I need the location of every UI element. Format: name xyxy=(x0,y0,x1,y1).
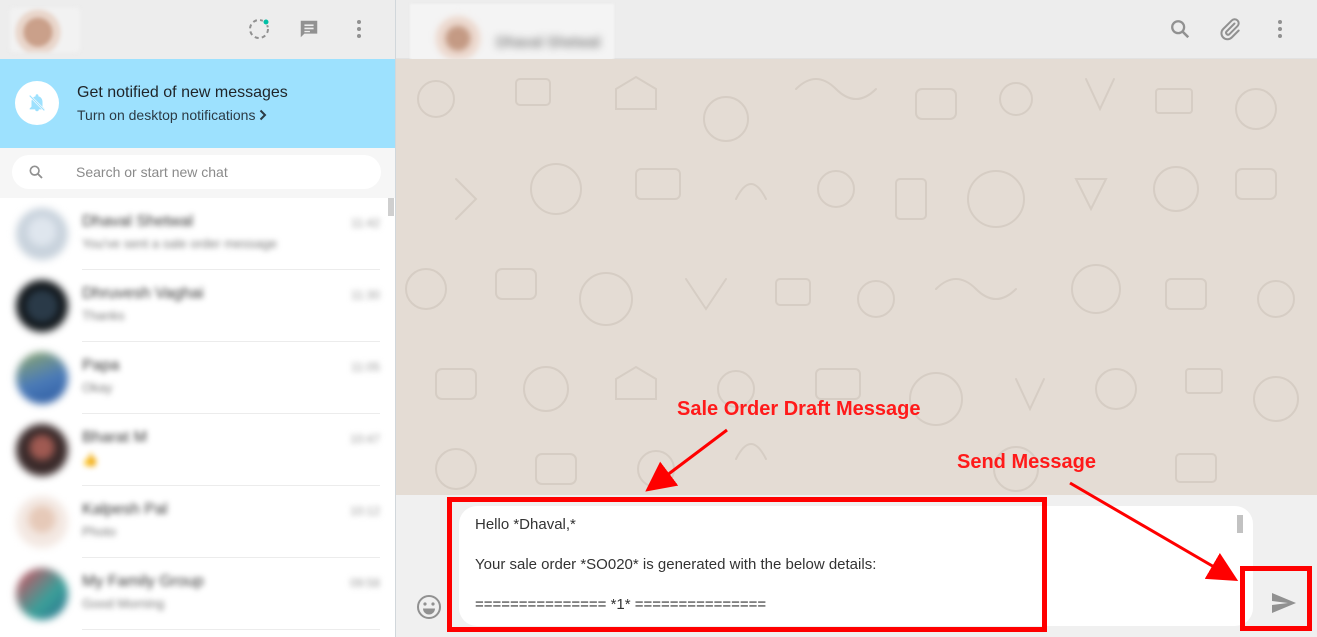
chat-time: 10:47 xyxy=(349,432,380,446)
new-chat-icon[interactable] xyxy=(297,17,321,41)
draft-annotation-label: Sale Order Draft Message xyxy=(677,398,921,420)
status-icon[interactable] xyxy=(247,17,271,41)
notification-subtitle: Turn on desktop notifications xyxy=(77,107,256,123)
contact-info[interactable]: Dhaval Shetwal xyxy=(410,4,614,60)
chat-list-scrollbar[interactable] xyxy=(388,198,394,216)
chat-item[interactable]: Dhaval Shetwal You've sent a sale order … xyxy=(0,198,388,270)
chat-item[interactable]: Bharat M 👍 10:47 xyxy=(0,414,388,486)
message-scrollbar[interactable] xyxy=(1237,515,1243,533)
chat-avatar xyxy=(16,280,68,332)
chat-item[interactable]: Papa Okay 11:05 xyxy=(0,342,388,414)
draft-highlight-box xyxy=(447,497,1047,632)
chat-item[interactable]: Kalpesh Pal Photo 10:12 xyxy=(0,486,388,558)
chat-preview: 👍 xyxy=(82,452,99,467)
sidebar-header xyxy=(0,0,395,59)
send-highlight-box xyxy=(1240,566,1312,631)
chat-preview: Okay xyxy=(82,380,113,395)
bell-off-icon xyxy=(15,81,59,125)
chat-name: Bharat M xyxy=(82,429,147,446)
chat-time: 10:12 xyxy=(349,504,380,518)
contact-avatar xyxy=(432,12,484,60)
chat-name: Dhruvesh Vaghai xyxy=(82,285,204,302)
chat-time: 09:58 xyxy=(349,576,380,590)
search-bar xyxy=(0,148,395,198)
chat-avatar xyxy=(16,568,68,620)
chat-avatar xyxy=(16,424,68,476)
chat-name: Dhaval Shetwal xyxy=(82,213,194,230)
chevron-right-icon xyxy=(260,109,267,121)
sidebar: Get notified of new messages Turn on des… xyxy=(0,0,396,637)
menu-icon[interactable] xyxy=(1268,17,1292,41)
chat-list: Dhaval Shetwal You've sent a sale order … xyxy=(0,198,395,637)
contact-name: Dhaval Shetwal xyxy=(496,34,601,51)
chat-preview: You've sent a sale order message xyxy=(82,236,277,251)
search-icon[interactable] xyxy=(1168,17,1192,41)
notification-banner[interactable]: Get notified of new messages Turn on des… xyxy=(0,59,395,148)
chat-time: 11:42 xyxy=(350,216,380,230)
chat-background xyxy=(396,59,1317,495)
chat-preview: Thanks xyxy=(82,308,125,323)
attach-icon[interactable] xyxy=(1218,17,1242,41)
search-input[interactable] xyxy=(76,155,366,189)
chat-item[interactable]: My Family Group Good Morning 09:58 xyxy=(0,558,388,630)
chat-avatar xyxy=(16,496,68,548)
wallpaper-doodles xyxy=(405,75,1299,492)
menu-icon[interactable] xyxy=(347,17,371,41)
chat-name: My Family Group xyxy=(82,573,204,590)
search-box[interactable] xyxy=(12,155,381,189)
search-icon xyxy=(29,165,43,179)
divider xyxy=(82,629,380,630)
chat-preview: Good Morning xyxy=(82,596,165,611)
chat-preview: Photo xyxy=(82,524,116,539)
chat-time: 11:30 xyxy=(350,288,380,302)
chat-item[interactable]: Dhruvesh Vaghai Thanks 11:30 xyxy=(0,270,388,342)
send-annotation-label: Send Message xyxy=(957,451,1096,473)
notification-title: Get notified of new messages xyxy=(77,84,288,101)
chat-name: Papa xyxy=(82,357,120,374)
chat-name: Kalpesh Pal xyxy=(82,501,168,518)
my-avatar[interactable] xyxy=(10,8,80,52)
chat-avatar xyxy=(16,208,68,260)
chat-avatar xyxy=(16,352,68,404)
conversation-header: Dhaval Shetwal xyxy=(396,0,1317,60)
enable-notifications-link[interactable]: Turn on desktop notifications xyxy=(77,107,267,123)
emoji-icon[interactable] xyxy=(416,594,442,625)
chat-time: 11:05 xyxy=(350,360,380,374)
